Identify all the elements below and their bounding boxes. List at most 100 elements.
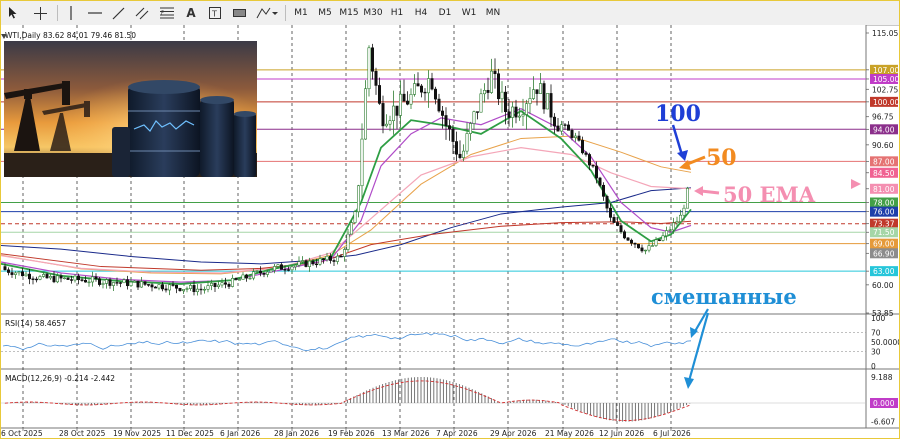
- candle-body: [437, 98, 441, 112]
- date-label: 6 Oct 2025: [1, 429, 43, 438]
- candle-body: [98, 278, 102, 285]
- rectangle-icon[interactable]: [230, 4, 248, 22]
- candle-body: [563, 124, 567, 126]
- candle-body: [556, 125, 560, 132]
- macd-label: MACD(12,26,9) -0.214 -2.442: [5, 374, 116, 383]
- price-tag-81.00: 81.00: [870, 183, 898, 194]
- candle-body: [48, 276, 52, 279]
- candle-body: [531, 89, 535, 99]
- timeframe-mn[interactable]: MN: [482, 5, 504, 21]
- candle-body: [314, 263, 318, 266]
- candle-body: [552, 116, 556, 127]
- toolbar: F A T M1 M5 M15 M30 H1 H4 D1 W1 MN: [1, 1, 899, 26]
- candle-body: [458, 153, 462, 158]
- candle-body: [140, 281, 144, 288]
- candle-body: [164, 288, 168, 291]
- date-label: 7 Apr 2026: [436, 429, 478, 438]
- annotation-mixed: смешанные: [651, 284, 797, 309]
- candle-body: [682, 207, 686, 216]
- trading-terminal-window: F A T M1 M5 M15 M30 H1 H4 D1 W1 MN 100 70 50.0000 3…: [0, 0, 900, 439]
- annotation-50: 50: [706, 145, 737, 171]
- annotation-100: 100: [655, 101, 701, 127]
- rsi-axis-label: 50.0000: [871, 338, 899, 347]
- candle-body: [231, 277, 235, 287]
- svg-text:63.00: 63.00: [873, 267, 895, 276]
- candle-body: [465, 133, 469, 152]
- candle-body: [482, 90, 486, 95]
- crosshair-icon[interactable]: [31, 4, 49, 22]
- price-tag-105.00: 105.00: [870, 73, 899, 84]
- timeframe-h4[interactable]: H4: [410, 5, 432, 21]
- candle-body: [486, 90, 490, 93]
- timeframe-m15[interactable]: M15: [338, 5, 360, 21]
- candle-body: [612, 217, 616, 223]
- candle-body: [185, 288, 189, 290]
- timeframe-h1[interactable]: H1: [386, 5, 408, 21]
- vertical-line-icon[interactable]: [62, 4, 80, 22]
- cursor-icon[interactable]: [4, 4, 22, 22]
- svg-text:100.00: 100.00: [873, 98, 899, 107]
- candle-body: [339, 255, 343, 258]
- svg-text:87.00: 87.00: [873, 157, 895, 166]
- candle-body: [129, 281, 133, 287]
- candle-body: [31, 278, 35, 280]
- price-tag-66.90: 66.90: [870, 248, 898, 259]
- candle-body: [444, 115, 448, 126]
- candle-body: [398, 93, 402, 116]
- timeframe-d1[interactable]: D1: [434, 5, 456, 21]
- candle-body: [91, 276, 95, 283]
- trendline-icon[interactable]: [109, 4, 127, 22]
- candle-body: [255, 270, 259, 273]
- candle-body: [133, 280, 137, 283]
- price-label: 96.75: [872, 113, 894, 122]
- candle-body: [94, 276, 98, 280]
- candle-body: [521, 114, 525, 117]
- date-label: 11 Dec 2025: [166, 429, 214, 438]
- candle-body: [17, 271, 21, 274]
- candle-body: [349, 222, 353, 235]
- chart-symbol-header: WTI,Daily 83.62 84.01 79.46 81.50: [5, 31, 136, 40]
- date-label: 28 Oct 2025: [59, 429, 106, 438]
- equidistant-channel-icon[interactable]: [133, 4, 151, 22]
- candle-body: [154, 286, 158, 289]
- timeframe-m30[interactable]: M30: [362, 5, 384, 21]
- svg-text:107.00: 107.00: [873, 66, 899, 75]
- horizontal-line-icon[interactable]: [86, 4, 104, 22]
- candle-body: [580, 140, 584, 154]
- shapes-icon[interactable]: [254, 4, 280, 22]
- candle-body: [360, 138, 364, 187]
- candle-body: [112, 282, 116, 286]
- candle-body: [161, 284, 165, 290]
- price-tag-73.37: 73.37: [870, 218, 898, 229]
- candle-body: [503, 91, 507, 113]
- svg-text:94.00: 94.00: [873, 125, 895, 134]
- candle-body: [115, 282, 119, 284]
- fibonacci-icon[interactable]: F: [158, 4, 176, 22]
- candle-body: [559, 124, 563, 132]
- candle-body: [356, 185, 360, 213]
- candle-body: [122, 279, 126, 284]
- timeframe-m1[interactable]: M1: [290, 5, 312, 21]
- price-label: 60.00: [872, 281, 894, 290]
- candle-body: [654, 239, 658, 246]
- label-icon[interactable]: T: [206, 4, 224, 22]
- candle-body: [300, 260, 304, 262]
- timeframe-w1[interactable]: W1: [458, 5, 480, 21]
- candle-body: [238, 279, 242, 281]
- candle-body: [549, 93, 553, 118]
- candle-body: [297, 261, 301, 266]
- candle-body: [14, 272, 18, 275]
- candle-body: [384, 123, 388, 127]
- candle-body: [126, 279, 130, 287]
- rsi-pane[interactable]: [1, 316, 866, 368]
- rsi-axis-label: 30: [871, 348, 881, 357]
- date-label: 21 May 2026: [545, 429, 594, 438]
- text-icon[interactable]: A: [182, 4, 200, 22]
- candle-body: [55, 275, 59, 283]
- candle-body: [405, 100, 409, 105]
- candle-body: [524, 103, 528, 115]
- candle-body: [245, 274, 249, 279]
- candle-body: [594, 165, 598, 179]
- candle-body: [241, 274, 245, 280]
- timeframe-m5[interactable]: M5: [314, 5, 336, 21]
